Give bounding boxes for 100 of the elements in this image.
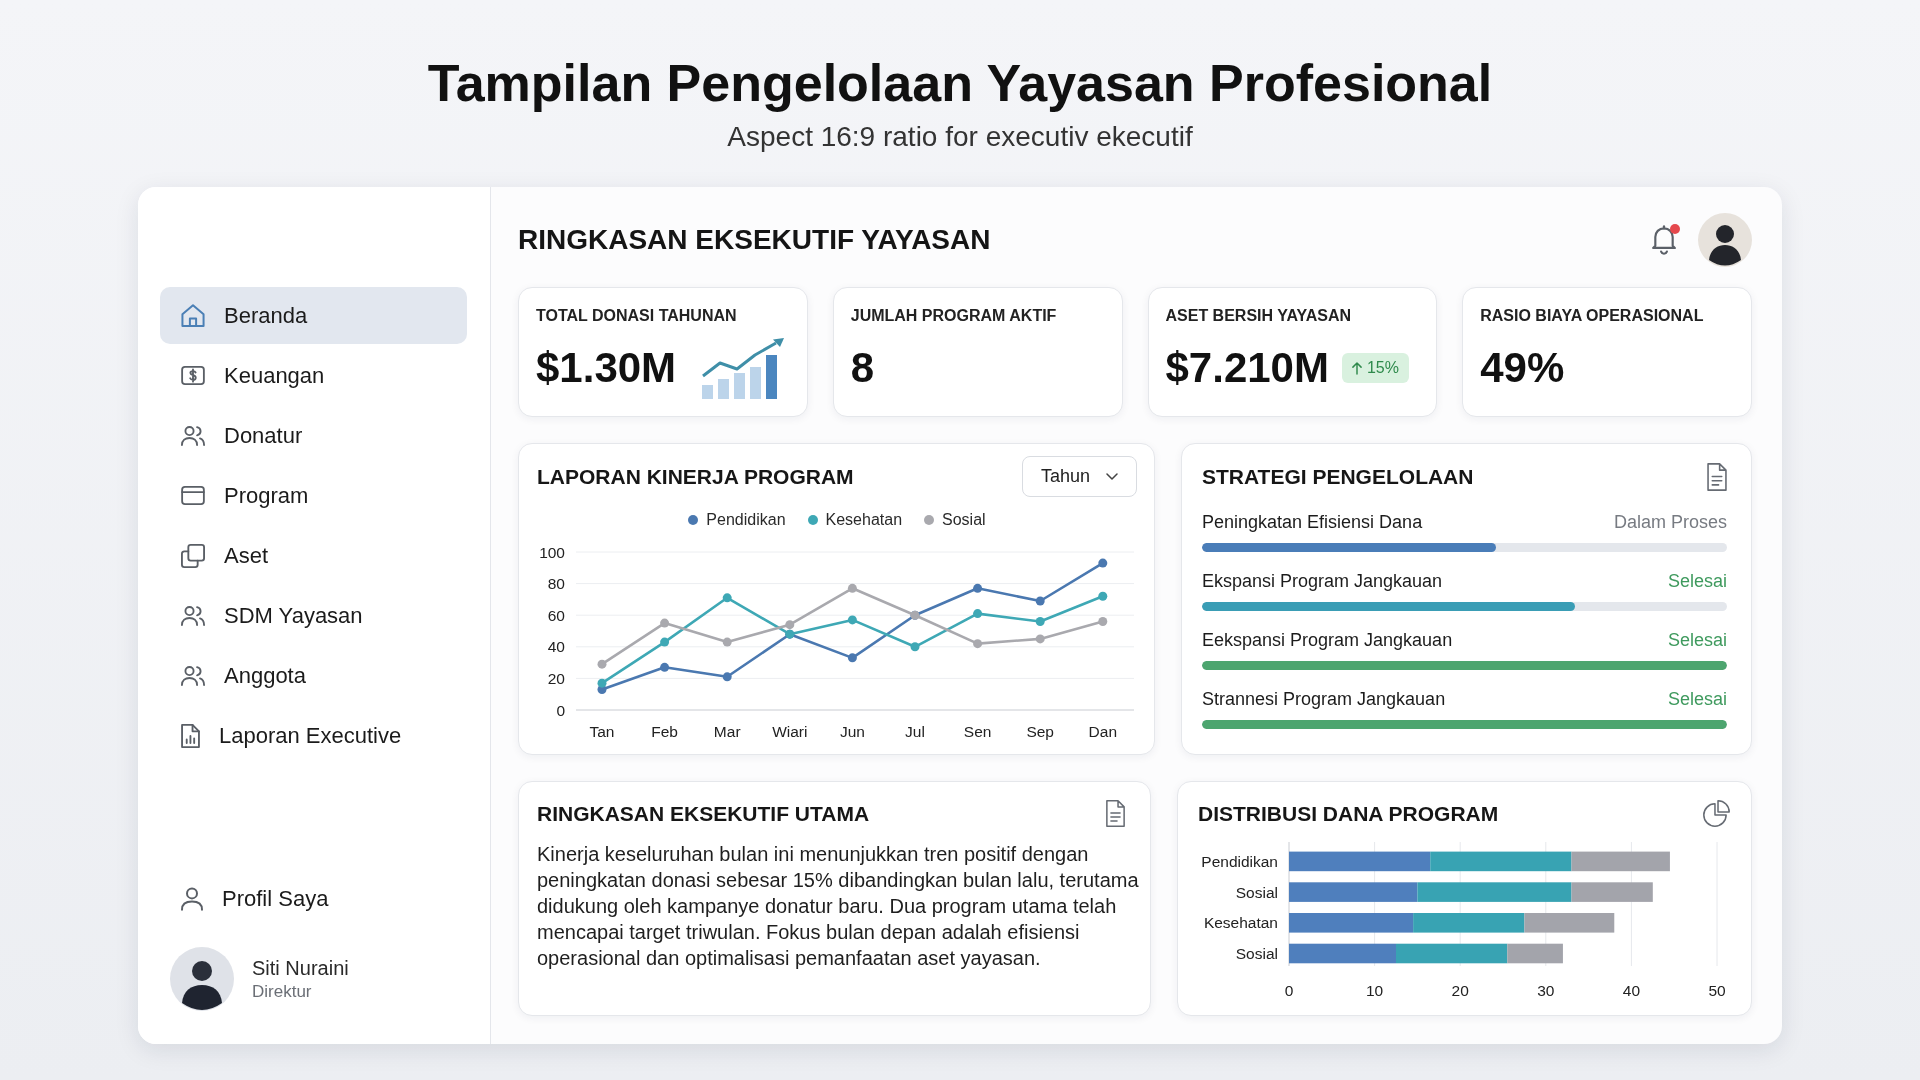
- kpi-value: $1.30M: [536, 343, 677, 393]
- legend-label: Pendidikan: [706, 511, 786, 529]
- nav-item[interactable]: Anggota: [160, 647, 467, 704]
- bell-icon[interactable]: [1652, 225, 1676, 255]
- person-icon: [181, 886, 203, 911]
- axis-label: 50: [1708, 982, 1726, 999]
- kpi-label: ASET BERSIH YAYASAN: [1165, 306, 1353, 326]
- page-title: Tampilan Pengelolaan Yayasan Profesional: [427, 53, 1493, 114]
- status-label: Dalam Proses: [1613, 511, 1727, 533]
- nav-item[interactable]: Keuangan: [160, 347, 467, 404]
- nav-item[interactable]: SDM Yayasan: [160, 587, 467, 644]
- profile-link[interactable]: Profil Saya: [160, 870, 467, 927]
- strategy-label: Strannesi Program Jangkauan: [1202, 688, 1446, 710]
- axis-label: Mar: [713, 723, 741, 740]
- nav-item[interactable]: Aset: [160, 527, 467, 584]
- nav-item[interactable]: Donatur: [160, 407, 467, 464]
- pie-chart-icon[interactable]: [1703, 799, 1731, 828]
- axis-label: Feb: [651, 723, 678, 740]
- data-point: [1098, 558, 1108, 568]
- panel-title: LAPORAN KINERJA PROGRAM: [537, 464, 854, 489]
- avatar-icon[interactable]: [1698, 213, 1752, 267]
- strategy-label: Peningkatan Efisiensi Dana: [1202, 511, 1423, 533]
- period-dropdown[interactable]: Tahun: [1022, 456, 1137, 497]
- status-label: Selesai: [1667, 688, 1727, 710]
- status-label: Selesai: [1667, 570, 1727, 592]
- kpi-label: TOTAL DONASI TAHUNAN: [536, 306, 738, 326]
- data-point: [847, 583, 857, 593]
- legend-label: Sosial: [942, 511, 986, 529]
- kpi-label: JUMLAH PROGRAM AKTIF: [850, 306, 1058, 326]
- axis-label: Tan: [589, 723, 615, 740]
- data-point: [847, 653, 857, 663]
- data-point: [597, 659, 607, 669]
- data-point: [660, 662, 670, 672]
- document-icon[interactable]: [1707, 462, 1727, 491]
- axis-label: 20: [1451, 982, 1469, 999]
- axis-label: 30: [1537, 982, 1555, 999]
- strategy-label: Ekspansi Program Jangkauan: [1202, 570, 1443, 592]
- axis-label: 40: [1622, 982, 1641, 999]
- copy-icon: [181, 543, 205, 568]
- axis-label: 0: [556, 701, 565, 719]
- trend-chart-icon: [700, 337, 786, 399]
- kpi-value: $7.210M: [1165, 343, 1329, 393]
- axis-label: 10: [1365, 982, 1384, 999]
- axis-label: 20: [547, 669, 565, 687]
- report-icon: [181, 723, 200, 748]
- axis-label: Pendidikan: [1201, 852, 1278, 870]
- axis-label: 0: [1284, 982, 1294, 999]
- data-point: [660, 637, 670, 647]
- data-point: [973, 639, 983, 649]
- panel-title: DISTRIBUSI DANA PROGRAM: [1198, 801, 1499, 826]
- status-label: Selesai: [1667, 629, 1727, 651]
- panel-title: STRATEGI PENGELOLAAN: [1202, 464, 1474, 489]
- axis-label: Sosial: [1235, 945, 1278, 962]
- users-icon: [181, 605, 205, 626]
- data-point: [1035, 634, 1045, 644]
- axis-label: 100: [539, 543, 565, 561]
- axis-label: 60: [547, 606, 565, 624]
- data-point: [597, 678, 607, 688]
- user-name: Siti Nuraini: [252, 956, 349, 981]
- data-point: [785, 620, 795, 630]
- document-icon[interactable]: [1106, 800, 1125, 827]
- nav-item[interactable]: Laporan Executive: [160, 707, 467, 764]
- change-percent: 15%: [1366, 359, 1399, 377]
- strategy-label: Eekspansi Program Jangkauan: [1202, 629, 1453, 651]
- axis-label: Jun: [839, 723, 865, 740]
- data-point: [1035, 617, 1045, 626]
- axis-label: Dan: [1088, 723, 1117, 740]
- axis-label: Sen: [963, 723, 992, 740]
- data-point: [973, 609, 983, 619]
- data-point: [722, 593, 732, 603]
- axis-label: 80: [547, 575, 565, 593]
- users-icon: [181, 425, 205, 446]
- page-subtitle: Aspect 16:9 ratio for executiv ekecutif: [727, 120, 1193, 154]
- kpi-value: 8: [850, 343, 875, 393]
- summary-text: Kinerja keseluruhan bulan ini menunjukkan tren positif dengan peningkatan donasi sebesar 15% dibandingkan bulan lalu, terutama didukung oleh kampanye donatur baru. Dua program utama telah mencapai target triwulan. Fokus bulan depan adalah efisiensi operasional dan optimalisasi pemanfaatan aset yayasan.: [537, 842, 1140, 971]
- axis-label: Sep: [1026, 723, 1054, 740]
- users-icon: [181, 665, 205, 686]
- user-role: Direktur: [252, 981, 313, 1003]
- arrow-up-icon: [1351, 361, 1362, 375]
- dashboard-title: RINGKASAN EKSEKUTIF YAYASAN: [518, 224, 991, 256]
- data-point: [722, 672, 732, 682]
- axis-label: Jul: [905, 723, 925, 740]
- avatar-icon: [170, 947, 234, 1011]
- nav-item[interactable]: Beranda: [160, 287, 467, 344]
- data-point: [1035, 596, 1045, 606]
- nav-item[interactable]: Program: [160, 467, 467, 524]
- data-point: [973, 583, 983, 593]
- axis-label: Sosial: [1235, 883, 1278, 901]
- data-point: [660, 618, 670, 628]
- home-icon: [181, 304, 205, 327]
- caret-icon: [1106, 473, 1118, 480]
- axis-label: Wiari: [772, 723, 808, 740]
- data-point: [1098, 617, 1108, 626]
- panel-title: RINGKASAN EKSEKUTIF UTAMA: [537, 801, 870, 826]
- kpi-label: RASIO BIAYA OPERASIONAL: [1480, 306, 1705, 326]
- data-point: [722, 637, 732, 647]
- window-icon: [181, 486, 205, 505]
- legend-label: Kesehatan: [825, 511, 903, 529]
- data-point: [910, 642, 920, 652]
- axis-label: Kesehatan: [1203, 914, 1278, 932]
